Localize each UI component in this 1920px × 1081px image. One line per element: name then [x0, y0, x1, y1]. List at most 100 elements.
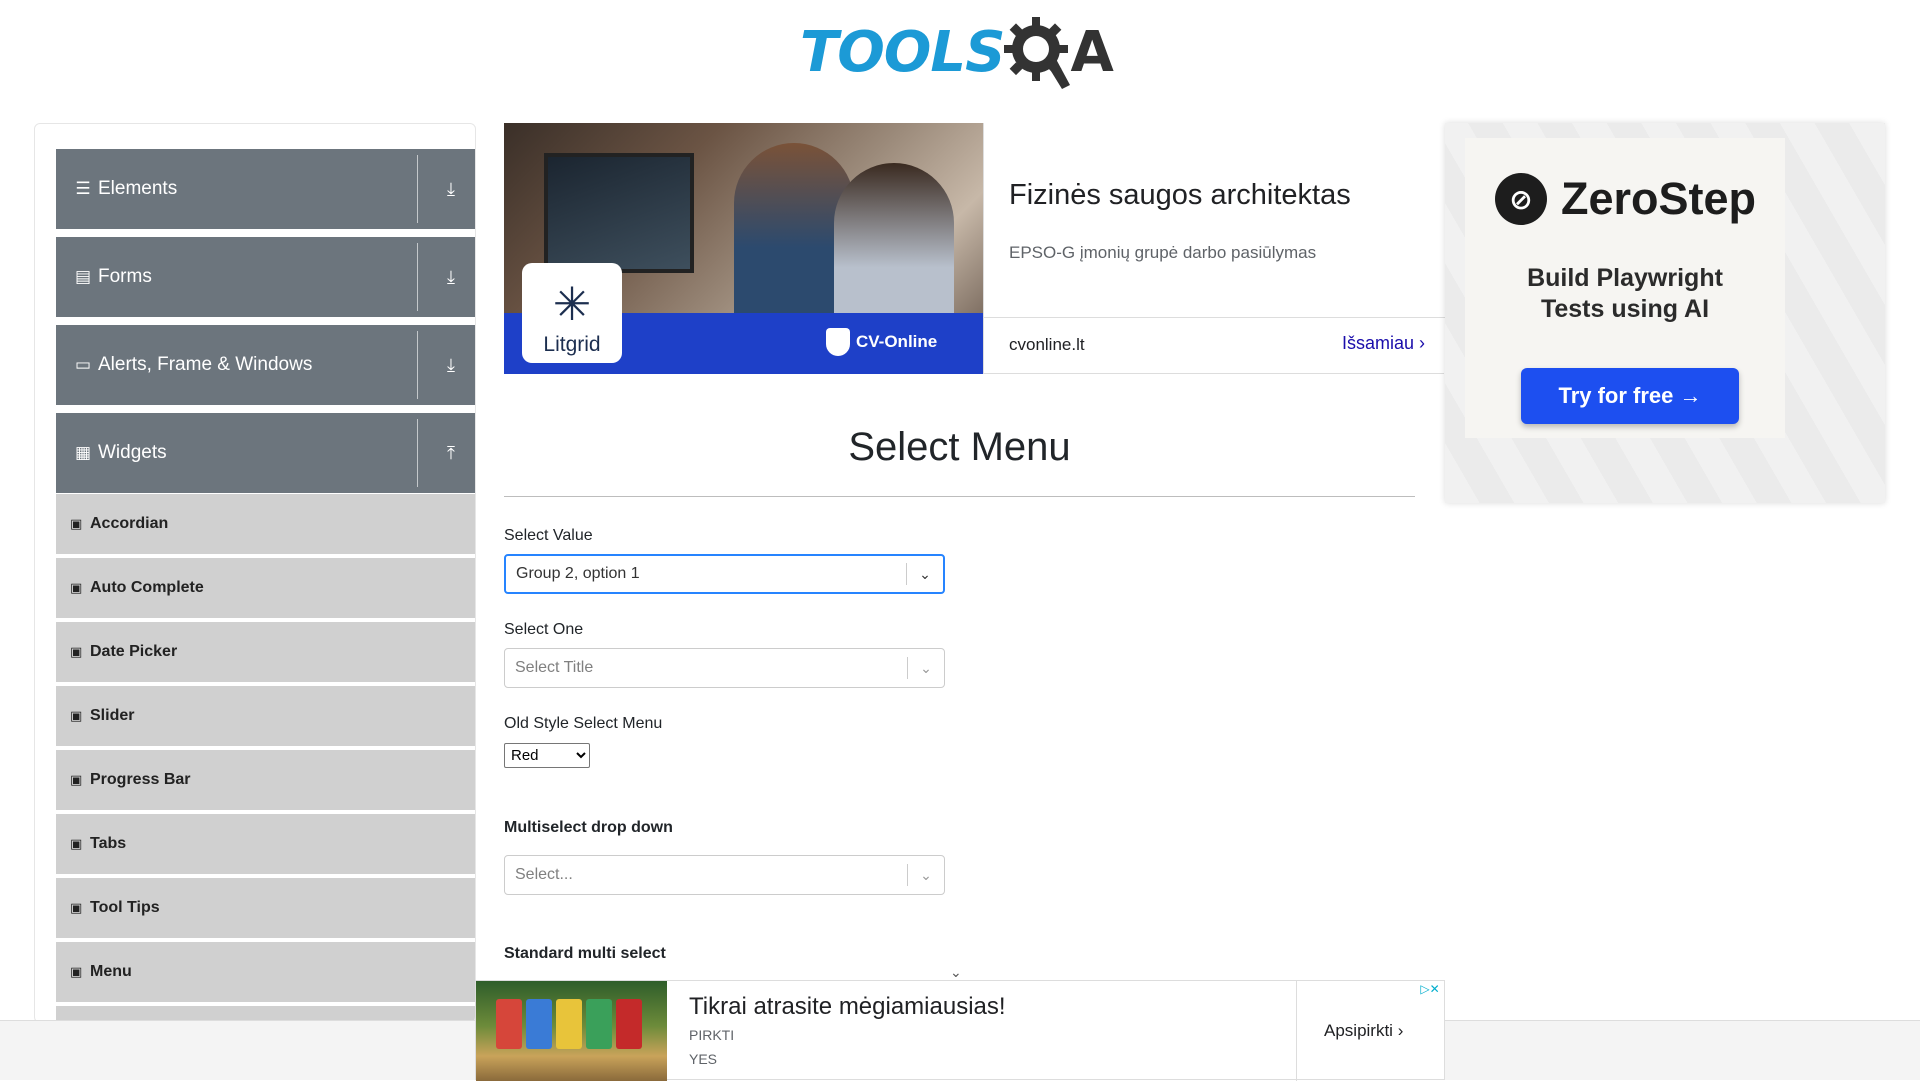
gear-q-icon [1004, 17, 1071, 89]
sidebar-item-progress-bar[interactable]: ▣ Progress Bar [56, 750, 475, 812]
divider [417, 155, 418, 223]
multiselect-placeholder: Select... [515, 866, 573, 883]
sidebar-item-label: Progress Bar [90, 771, 191, 788]
select-one-label: Select One [504, 621, 584, 638]
sidebar-item-slider[interactable]: ▣ Slider [56, 686, 475, 748]
ad-bottom-title[interactable]: Tikrai atrasite mėgiamiausias! [689, 993, 1006, 1021]
ad-cta-link[interactable]: Išsamiau › [1342, 333, 1425, 354]
sidebar-group-alerts[interactable]: ▭ Alerts, Frame & Windows ⤓ [56, 325, 475, 405]
zerostep-card: ⊘ ZeroStep Build Playwright Tests using … [1465, 138, 1785, 438]
try-for-free-button[interactable]: Try for free → [1521, 368, 1739, 424]
snowflake-icon: ✳ [552, 278, 592, 330]
sidebar-item-menu[interactable]: ▣ Menu [56, 942, 475, 1004]
sidebar-item-accordian[interactable]: ▣ Accordian [56, 494, 475, 556]
select-value-label: Select Value [504, 527, 593, 544]
zerostep-logo: ⊘ ZeroStep [1495, 173, 1756, 225]
divider [417, 419, 418, 487]
ad-cta-label: Išsamiau [1342, 333, 1415, 353]
divider [1296, 981, 1297, 1081]
chevron-down-icon[interactable]: ⌄ [908, 660, 944, 677]
window-icon: ▭ [74, 355, 92, 374]
expand-icon[interactable]: ⤓ [431, 325, 471, 405]
sidebar-group-label: Widgets [98, 442, 167, 463]
tagline-line: Tests using AI [1540, 295, 1710, 323]
chevron-down-icon[interactable]: ⌄ [950, 964, 962, 981]
multiselect-label: Multiselect drop down [504, 819, 673, 836]
zerostep-tagline: Build Playwright Tests using AI [1465, 263, 1785, 325]
sidebar: ☰ Elements ⤓ ▤ Forms ⤓ ▭ Alerts, Frame &… [34, 123, 476, 1023]
sidebar-item-tabs[interactable]: ▣ Tabs [56, 814, 475, 876]
old-style-select[interactable]: Red [504, 743, 590, 768]
chevron-down-icon[interactable]: ⌄ [907, 566, 943, 583]
chevron-right-icon: › [1419, 333, 1426, 353]
standard-multi-select-label: Standard multi select [504, 945, 666, 962]
cvonline-label: CV-Online [856, 332, 938, 351]
ad-bottom-line: YES [689, 1051, 718, 1067]
sidebar-item-date-picker[interactable]: ▣ Date Picker [56, 622, 475, 684]
hamburger-icon: ☰ [75, 179, 91, 198]
zerostep-name: ZeroStep [1561, 173, 1757, 224]
sidebar-item-label: Tabs [90, 835, 127, 852]
sidebar-group-forms[interactable]: ▤ Forms ⤓ [56, 237, 475, 317]
sidebar-group-label: Forms [98, 266, 152, 287]
ad-bottom-line: PIRKTI [689, 1027, 735, 1043]
grid-icon: ▦ [74, 443, 92, 462]
ad-bottom-cta-label: Apsipirkti [1324, 1021, 1393, 1040]
sidebar-item-label: Tool Tips [90, 899, 160, 916]
product-pack [556, 999, 582, 1049]
sidebar-item-auto-complete[interactable]: ▣ Auto Complete [56, 558, 475, 620]
zerostep-mark-icon: ⊘ [1495, 173, 1547, 225]
site-header: TOOLS A [0, 0, 1920, 100]
product-pack [526, 999, 552, 1049]
sidebar-item-label: Auto Complete [90, 579, 204, 596]
sidebar-group-label: Elements [98, 178, 178, 199]
select-value-dropdown[interactable]: Group 2, option 1 ⌄ [504, 554, 945, 594]
select-value-current: Group 2, option 1 [516, 565, 640, 582]
expand-icon[interactable]: ⤓ [431, 237, 471, 317]
sidebar-item-label: Slider [90, 707, 135, 724]
multiselect-dropdown[interactable]: Select... ⌄ [504, 855, 945, 895]
divider [417, 331, 418, 399]
ad-title[interactable]: Fizinės saugos architektas [1009, 179, 1351, 212]
product-pack [616, 999, 642, 1049]
adchoices-icon[interactable]: ▷✕ [1416, 981, 1444, 997]
sidebar-item-tool-tips[interactable]: ▣ Tool Tips [56, 878, 475, 940]
sidebar-item-label: Menu [90, 963, 132, 980]
product-pack [496, 999, 522, 1049]
ad-subtitle: EPSO-G įmonių grupė darbo pasiūlymas [1009, 243, 1317, 262]
document-icon: ▤ [74, 267, 92, 286]
banner-ad-bottom[interactable]: Tikrai atrasite mėgiamiausias! PIRKTI YE… [475, 980, 1445, 1081]
ad-photo-monitor [544, 153, 694, 273]
expand-icon[interactable]: ⤓ [431, 149, 471, 229]
cvonline-logo: CV-Online [826, 328, 937, 356]
chevron-down-icon[interactable]: ⌄ [908, 867, 944, 884]
ad-text-panel: Fizinės saugos architektas EPSO-G įmonių… [983, 123, 1445, 374]
banner-ad-top[interactable]: ✳ Litgrid CV-Online Fizinės saugos archi… [504, 123, 1445, 374]
logo-text-a: A [1070, 19, 1114, 85]
litgrid-label: Litgrid [543, 333, 601, 356]
sidebar-item-label: Accordian [90, 515, 169, 532]
logo-text-tools: TOOLS [800, 19, 1005, 85]
toolsqa-logo[interactable]: TOOLS A [800, 14, 1114, 90]
file-icon: ▣ [70, 644, 83, 659]
ad-bottom-cta[interactable]: Apsipirkti › [1324, 1021, 1403, 1041]
sidebar-group-widgets[interactable]: ▦ Widgets ⤒ [56, 413, 475, 493]
file-icon: ▣ [70, 580, 83, 595]
old-style-select-label: Old Style Select Menu [504, 715, 663, 732]
divider [504, 496, 1415, 497]
select-one-dropdown[interactable]: Select Title ⌄ [504, 648, 945, 688]
divider [417, 243, 418, 311]
collapse-icon[interactable]: ⤒ [431, 413, 471, 493]
chevron-right-icon: › [1397, 1021, 1404, 1040]
select-one-placeholder: Select Title [515, 659, 594, 676]
tagline-line: Build Playwright [1527, 264, 1723, 292]
divider [984, 317, 1445, 318]
litgrid-logo: ✳ Litgrid [522, 263, 622, 363]
sidebar-group-elements[interactable]: ☰ Elements ⤓ [56, 149, 475, 229]
sidebar-item-label: Date Picker [90, 643, 178, 660]
ad-domain: cvonline.lt [1009, 335, 1085, 354]
file-icon: ▣ [70, 836, 83, 851]
file-icon: ▣ [70, 708, 83, 723]
side-ad[interactable]: ⊘ ZeroStep Build Playwright Tests using … [1445, 123, 1885, 503]
product-pack [586, 999, 612, 1049]
